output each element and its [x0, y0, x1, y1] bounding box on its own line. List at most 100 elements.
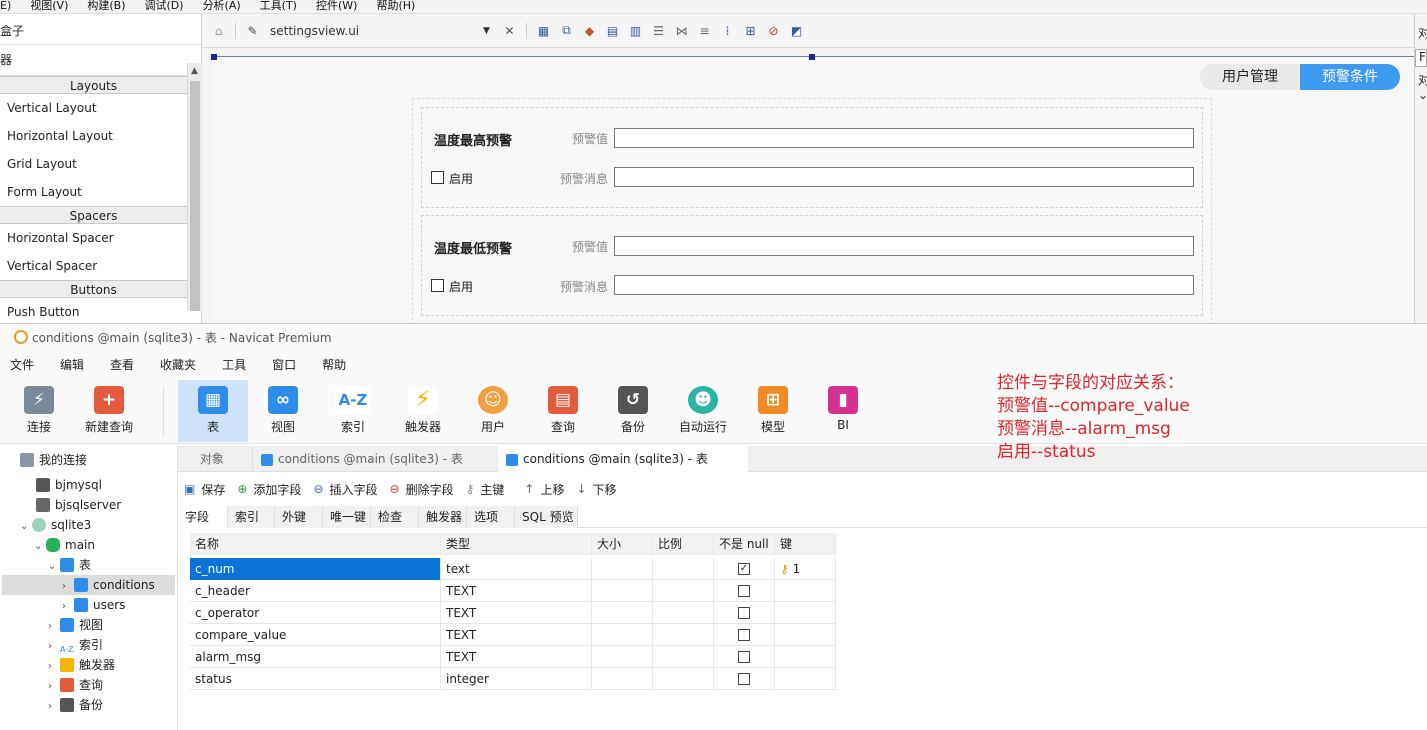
cell-key[interactable] — [775, 624, 836, 646]
tree-item-main[interactable]: ⌄ main — [34, 535, 95, 555]
tool-automation[interactable]: ☻ 自动运行 — [668, 380, 738, 442]
subtab-foreign-keys[interactable]: 外键 — [275, 506, 323, 528]
cell-name[interactable]: status — [190, 668, 441, 690]
subtab-checks[interactable]: 检查 — [371, 506, 419, 528]
menu-item-help[interactable]: 帮助(H) — [376, 0, 415, 13]
enable-checkbox[interactable] — [431, 171, 444, 184]
layout-h-splitter-icon[interactable]: ⋈ — [670, 22, 693, 40]
widget-vertical-spacer[interactable]: Vertical Spacer — [0, 252, 187, 280]
chevron-right-icon[interactable]: › — [62, 577, 74, 597]
not-null-checkbox[interactable]: ✓ — [738, 563, 750, 575]
chevron-right-icon[interactable]: › — [48, 657, 60, 677]
subtab-triggers[interactable]: 触发器 — [419, 506, 467, 528]
cell-not-null[interactable]: ✓ — [714, 558, 775, 580]
chevron-right-icon[interactable]: › — [48, 677, 60, 697]
menu-item-analyze[interactable]: 分析(A) — [203, 0, 241, 13]
tool-table[interactable]: ▦ 表 — [178, 380, 248, 442]
tree-item-bjsqlserver[interactable]: bjsqlserver — [36, 495, 121, 515]
open-file-name[interactable]: settingsview.ui — [270, 24, 475, 38]
col-scale[interactable]: 比例 — [653, 533, 714, 555]
tree-item-views[interactable]: › 视图 — [48, 615, 103, 635]
cell-name[interactable]: compare_value — [190, 624, 441, 646]
resize-handle[interactable] — [211, 54, 217, 60]
menu-help[interactable]: 帮助 — [322, 356, 346, 373]
subtab-indexes[interactable]: 索引 — [228, 506, 275, 528]
add-field-button[interactable]: 添加字段 — [253, 481, 301, 498]
warn-value-input[interactable] — [614, 236, 1194, 256]
menu-item-tools[interactable]: 工具(T) — [260, 0, 297, 13]
cell-scale[interactable] — [653, 580, 714, 602]
not-null-checkbox[interactable] — [738, 607, 750, 619]
menu-item-build[interactable]: 构建(B) — [87, 0, 125, 13]
category-spacers[interactable]: Spacers — [0, 206, 187, 224]
cell-name[interactable]: c_num — [190, 558, 441, 580]
cell-size[interactable] — [592, 580, 653, 602]
col-name[interactable]: 名称 — [190, 533, 441, 555]
menu-tools[interactable]: 工具 — [222, 356, 246, 373]
primary-key-button[interactable]: 主键 — [480, 481, 504, 498]
cell-not-null[interactable] — [714, 624, 775, 646]
widget-push-button[interactable]: Push Button — [0, 298, 187, 326]
cell-size[interactable] — [592, 624, 653, 646]
cell-size[interactable] — [592, 668, 653, 690]
cell-scale[interactable] — [653, 646, 714, 668]
cell-size[interactable] — [592, 558, 653, 580]
cell-scale[interactable] — [653, 558, 714, 580]
adjust-size-icon[interactable]: ◩ — [785, 22, 808, 40]
insert-field-button[interactable]: 插入字段 — [330, 481, 378, 498]
col-not-null[interactable]: 不是 null — [714, 533, 775, 555]
menu-item-view[interactable]: 视图(V) — [30, 0, 68, 13]
not-null-checkbox[interactable] — [738, 585, 750, 597]
chevron-right-icon[interactable]: › — [48, 617, 60, 637]
tree-item-backups[interactable]: › 备份 — [48, 695, 103, 715]
tree-item-queries[interactable]: › 查询 — [48, 675, 103, 695]
warn-value-input[interactable] — [614, 128, 1194, 148]
move-down-button[interactable]: 下移 — [593, 481, 617, 498]
cell-name[interactable]: c_header — [190, 580, 441, 602]
category-layouts[interactable]: Layouts — [0, 76, 187, 94]
panel-filter-input[interactable]: F — [1415, 49, 1427, 67]
cell-size[interactable] — [592, 602, 653, 624]
table-row[interactable]: alarm_msg TEXT — [190, 646, 836, 668]
layout-horizontal-icon[interactable]: ▥ — [624, 22, 647, 40]
cell-type[interactable]: integer — [441, 668, 592, 690]
menu-window[interactable]: 窗口 — [272, 356, 296, 373]
cell-type[interactable]: TEXT — [441, 580, 592, 602]
cell-key[interactable]: ⚷ 1 — [775, 558, 836, 580]
tab-user-management[interactable]: 用户管理 — [1200, 64, 1300, 90]
tab-alarm-conditions[interactable]: 预警条件 — [1300, 64, 1400, 90]
menu-favorites[interactable]: 收藏夹 — [160, 356, 196, 373]
tool-model[interactable]: ⊞ 模型 — [738, 380, 808, 442]
chevron-down-icon[interactable]: ⌄ — [34, 537, 46, 557]
menu-view[interactable]: 查看 — [110, 356, 134, 373]
chevron-down-icon[interactable]: ⌄ — [1415, 88, 1427, 102]
not-null-checkbox[interactable] — [738, 651, 750, 663]
col-size[interactable]: 大小 — [592, 533, 653, 555]
widget-horizontal-layout[interactable]: Horizontal Layout — [0, 122, 187, 150]
tool-new-query[interactable]: + 新建查询 — [74, 380, 144, 442]
cell-scale[interactable] — [653, 624, 714, 646]
menu-edit[interactable]: 编辑 — [60, 356, 84, 373]
tree-item-tables[interactable]: ⌄ 表 — [48, 555, 91, 575]
table-row[interactable]: c_header TEXT — [190, 580, 836, 602]
tool-view[interactable]: ∞ 视图 — [248, 380, 318, 442]
tool-query[interactable]: ▤ 查询 — [528, 380, 598, 442]
save-button[interactable]: 保存 — [201, 481, 225, 498]
menu-file[interactable]: 文件 — [10, 356, 34, 373]
chevron-right-icon[interactable]: › — [62, 597, 74, 617]
cell-not-null[interactable] — [714, 602, 775, 624]
break-layout-icon[interactable]: ⊘ — [762, 22, 785, 40]
resize-handle[interactable] — [809, 54, 815, 60]
warn-msg-input[interactable] — [614, 275, 1194, 295]
category-buttons[interactable]: Buttons — [0, 280, 187, 298]
tree-item-indexes[interactable]: › A-Z 索引 — [48, 635, 103, 657]
cell-type[interactable]: TEXT — [441, 602, 592, 624]
not-null-checkbox[interactable] — [738, 673, 750, 685]
chevron-right-icon[interactable]: › — [48, 637, 60, 657]
tool-backup[interactable]: ↺ 备份 — [598, 380, 668, 442]
tool-bi[interactable]: ▮ BI — [808, 380, 878, 442]
cell-key[interactable] — [775, 668, 836, 690]
chevron-down-icon[interactable]: ⌄ — [20, 517, 32, 537]
cell-type[interactable]: TEXT — [441, 624, 592, 646]
not-null-checkbox[interactable] — [738, 629, 750, 641]
